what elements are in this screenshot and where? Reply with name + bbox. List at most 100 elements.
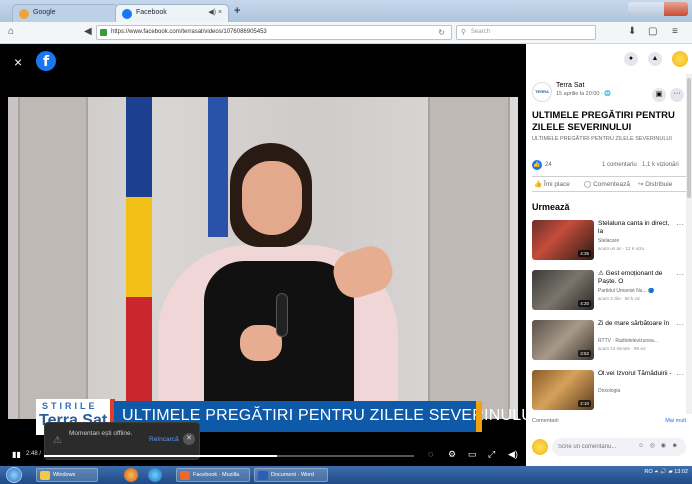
messenger-icon[interactable]: ● [624, 52, 638, 66]
settings-gear-icon[interactable]: ⚙ [448, 449, 456, 460]
search-input[interactable]: ⚲ Search [456, 25, 596, 40]
up-next-video[interactable]: 4:35 Stelaluna canta in direct, la Stela… [532, 220, 686, 268]
close-icon[interactable]: × [14, 54, 22, 70]
system-tray[interactable]: RO ⏶ 🔊 ▰ 13:02 [644, 469, 688, 476]
taskbar-item[interactable]: Windows [36, 468, 98, 482]
video-thumbnail[interactable]: 3:52 [532, 320, 594, 360]
post-title: ULTIMELE PREGĂTIRI PENTRU ZILELE SEVERIN… [532, 110, 675, 133]
speaker-face [242, 161, 302, 235]
search-icon: ⚲ [461, 29, 467, 36]
video-title[interactable]: Zi de mare sărbătoare în [598, 320, 672, 328]
video-thumbnail[interactable]: 4:35 [532, 220, 594, 260]
post-actions: 👍 Îmi place ◯ Comentează ↪ Distribuie [532, 176, 686, 192]
comment-count[interactable]: 1 comentariu [602, 162, 637, 168]
pause-button[interactable]: ▮▮ [12, 450, 21, 459]
up-next-video[interactable]: 4:20 ⚠ Gest emoționant de Paște. O Parti… [532, 270, 686, 318]
video-meta: acum 13 minute · 98 viz [598, 346, 646, 351]
captions-icon[interactable]: ◌ [428, 449, 433, 459]
page-avatar[interactable]: TERRA [532, 82, 552, 102]
like-count[interactable]: 24 [545, 162, 552, 168]
more-options-icon[interactable]: ··· [676, 370, 684, 379]
facebook-logo-icon[interactable]: f [36, 51, 56, 71]
fullscreen-icon[interactable]: ⤢ [488, 449, 495, 460]
video-channel: Doxologia [598, 388, 621, 394]
video-frame[interactable] [8, 97, 518, 419]
flag-eu [208, 97, 228, 237]
video-title[interactable]: Stelaluna canta in direct, la [598, 220, 672, 236]
time-display: 2:48 / [26, 451, 42, 457]
up-next-video[interactable]: 3:52 Zi de mare sărbătoare în RTTV · Rad… [532, 320, 686, 368]
taskbar-label: Facebook · Mozilla [193, 472, 240, 478]
home-icon[interactable]: ⌂ [8, 26, 14, 37]
more-options-icon[interactable]: ··· [670, 88, 684, 102]
firefox-icon [180, 471, 190, 480]
comment-composer: ☺ ◎ ◉ ☻ [532, 436, 688, 458]
bookmarks-icon[interactable]: ▢ [648, 26, 657, 37]
post-description: ULTIMELE PREGĂTIRI PENTRU ZILELE SEVERIN… [532, 136, 672, 142]
ie-icon[interactable] [148, 468, 162, 482]
download-icon[interactable]: ⬇ [628, 26, 636, 37]
video-thumbnail[interactable]: 2:10 [532, 370, 594, 410]
background-door [18, 97, 88, 419]
page-name[interactable]: Terra Sat [556, 82, 584, 89]
reload-icon[interactable]: ↻ [438, 28, 445, 37]
video-channel: Stelacare [598, 238, 620, 244]
video-channel: Partidul Umanist Nu... 🔵 [598, 288, 655, 294]
folder-icon [40, 471, 50, 480]
window-controls[interactable] [628, 2, 688, 16]
volume-icon[interactable]: ◀) [508, 449, 518, 460]
see-more-link[interactable]: Mai mult [665, 418, 686, 424]
tab-google[interactable]: Google [12, 4, 118, 22]
video-title[interactable]: Ol.vei Izvorul Tămăduirii - [598, 370, 672, 378]
miniplayer-icon[interactable]: ▭ [468, 449, 477, 460]
user-avatar[interactable] [672, 51, 688, 67]
progress-track[interactable] [44, 455, 414, 457]
panel-scrollbar[interactable] [686, 74, 692, 414]
comment-button[interactable]: ◯ Comentează [584, 180, 630, 188]
tab-facebook[interactable]: Facebook ◀) × [115, 4, 229, 22]
tab-close-icon[interactable]: ◀) × [208, 8, 222, 16]
notifications-bell-icon[interactable]: ▲ [648, 52, 662, 66]
share-button[interactable]: ↪ Distribuie [638, 180, 672, 188]
comment-tools-icons[interactable]: ☺ ◎ ◉ ☻ [638, 442, 680, 449]
menu-icon[interactable]: ≡ [672, 26, 678, 37]
up-next-video[interactable]: 2:10 Ol.vei Izvorul Tămăduirii - Doxolog… [532, 370, 686, 418]
flag-yellow [126, 197, 152, 297]
up-next-heading: Urmează [532, 202, 570, 212]
headline-bar-end [476, 401, 482, 432]
video-duration: 2:10 [578, 400, 591, 407]
start-button-icon[interactable] [6, 467, 22, 483]
toast-message: Momentan ești offline. [69, 430, 133, 437]
background-door [428, 97, 510, 419]
comment-label: Comentează [593, 181, 630, 188]
post-date: 15 aprilie la 20:00 · 🌐 [556, 91, 612, 97]
refresh-link[interactable]: Reîncarcă [149, 436, 179, 443]
video-channel: RTTV · Radiotelevizunea... [598, 338, 658, 344]
facebook-favicon-icon [122, 9, 132, 19]
url-text: https://www.facebook.com/terrasat/videos… [111, 29, 267, 35]
taskbar-item[interactable]: Facebook · Mozilla [176, 468, 250, 482]
like-button[interactable]: 👍 Îmi place [534, 180, 570, 188]
video-duration: 4:35 [578, 250, 591, 257]
word-icon [258, 471, 268, 480]
more-options-icon[interactable]: ··· [676, 270, 684, 279]
video-thumbnail[interactable]: 4:20 [532, 270, 594, 310]
screen: Google Facebook ◀) × + ⌂ ◀ https://www.f… [0, 0, 692, 484]
back-icon[interactable]: ◀ [84, 26, 92, 37]
video-title[interactable]: ⚠ Gest emoționant de Paște. O [598, 270, 672, 286]
scroll-thumb[interactable] [687, 78, 691, 198]
comments-label: Comentarii [532, 418, 559, 424]
follow-icon[interactable]: ▣ [652, 88, 666, 102]
flag-blue [126, 97, 152, 197]
address-bar[interactable]: https://www.facebook.com/terrasat/videos… [96, 25, 452, 40]
video-duration: 3:52 [578, 350, 591, 357]
browser-tab-bar: Google Facebook ◀) × + [0, 0, 692, 22]
share-label: Distribuie [645, 181, 673, 188]
more-options-icon[interactable]: ··· [676, 220, 684, 229]
video-meta: acum 3 zile · 60 k viz [598, 296, 641, 301]
taskbar-label: Document - Word [271, 472, 314, 478]
chrome-icon[interactable] [124, 468, 138, 482]
new-tab-button[interactable]: + [234, 5, 240, 17]
more-options-icon[interactable]: ··· [676, 320, 684, 329]
taskbar-item[interactable]: Document - Word [254, 468, 328, 482]
